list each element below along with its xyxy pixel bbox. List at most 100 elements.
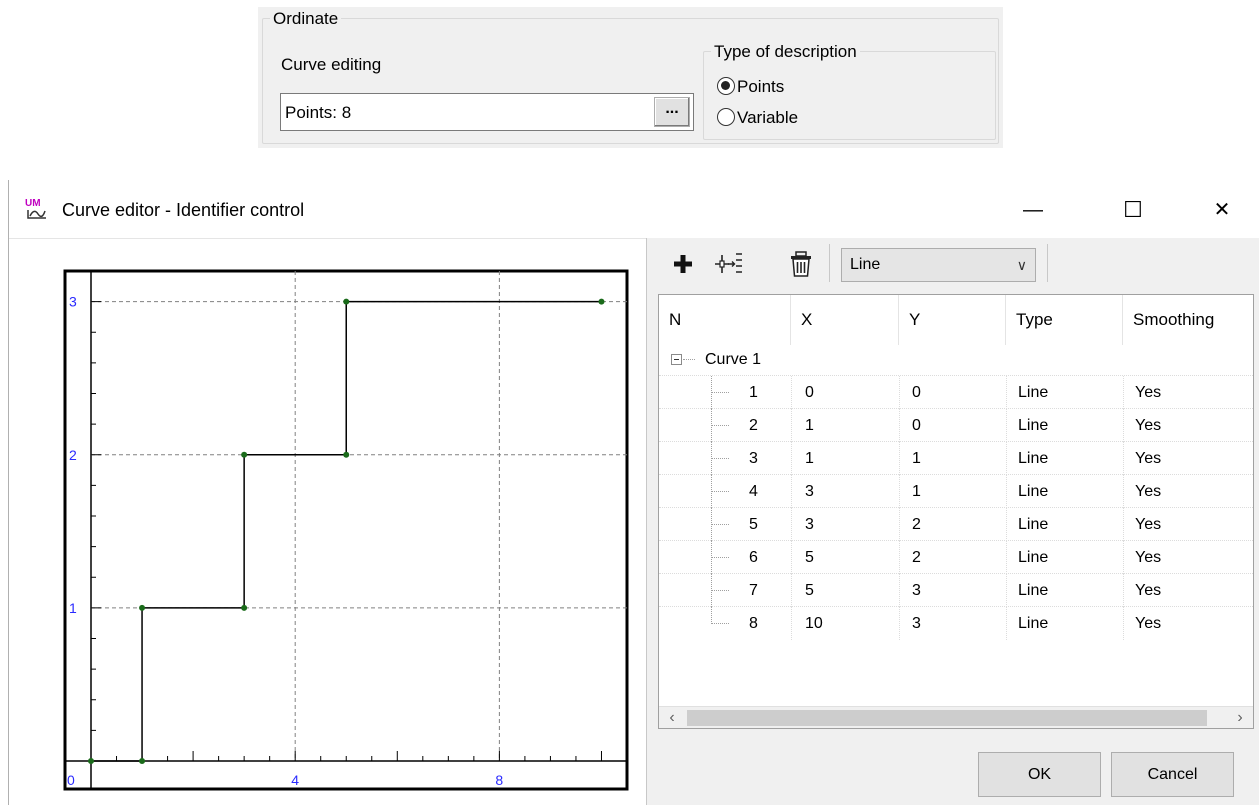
table-row[interactable]: 6 5 2 Line Yes: [659, 540, 1253, 574]
x-tick-label: 4: [291, 772, 299, 788]
cell-n[interactable]: 5: [749, 508, 758, 541]
title-bar[interactable]: UM Curve editor - Identifier control — ☐…: [9, 180, 1259, 238]
curve-point[interactable]: [139, 758, 146, 764]
cell-smoothing[interactable]: Yes: [1135, 508, 1161, 541]
cell-y[interactable]: 1: [912, 442, 921, 475]
cell-n[interactable]: 8: [749, 607, 758, 640]
points-panel: Line ∨ N X Y Type Smoothing Curve 1 1 0 …: [646, 238, 1259, 805]
cell-separator: [899, 409, 900, 442]
column-header-x[interactable]: X: [791, 295, 899, 345]
cell-y[interactable]: 3: [912, 607, 921, 640]
column-header-smoothing[interactable]: Smoothing: [1123, 295, 1253, 345]
curve-plot[interactable]: 1 2 3 0 4 8: [9, 239, 646, 806]
cell-y[interactable]: 2: [912, 508, 921, 541]
toolbar: Line ∨: [647, 238, 1259, 290]
cell-n[interactable]: 6: [749, 541, 758, 574]
y-tick-label: 1: [69, 600, 77, 616]
cell-smoothing[interactable]: Yes: [1135, 442, 1161, 475]
scroll-left-icon[interactable]: ‹: [661, 707, 683, 728]
cell-type[interactable]: Line: [1018, 607, 1048, 640]
x-tick-label: 0: [67, 772, 75, 788]
ellipsis-button[interactable]: ...: [654, 97, 690, 127]
tree-group-row[interactable]: Curve 1: [659, 345, 1253, 375]
column-header-type[interactable]: Type: [1006, 295, 1123, 345]
cell-n[interactable]: 2: [749, 409, 758, 442]
insert-point-button[interactable]: [711, 246, 747, 282]
scrollbar-thumb[interactable]: [687, 710, 1207, 726]
scroll-right-icon[interactable]: ›: [1229, 707, 1251, 728]
radio-variable[interactable]: Variable: [717, 108, 798, 128]
maximize-button[interactable]: ☐: [1113, 192, 1153, 228]
cell-x[interactable]: 10: [805, 607, 823, 640]
cell-type[interactable]: Line: [1018, 475, 1048, 508]
table-row[interactable]: 7 5 3 Line Yes: [659, 573, 1253, 607]
cell-n[interactable]: 4: [749, 475, 758, 508]
close-button[interactable]: ✕: [1202, 192, 1242, 228]
minimize-button[interactable]: —: [1013, 192, 1053, 228]
plot-panel[interactable]: 1 2 3 0 4 8: [9, 238, 646, 805]
cell-y[interactable]: 0: [912, 409, 921, 442]
cell-y[interactable]: 0: [912, 376, 921, 409]
radio-variable-indicator[interactable]: [717, 108, 735, 126]
cell-type[interactable]: Line: [1018, 508, 1048, 541]
table-row[interactable]: 4 3 1 Line Yes: [659, 474, 1253, 508]
cell-type[interactable]: Line: [1018, 409, 1048, 442]
cell-x[interactable]: 5: [805, 574, 814, 607]
cell-x[interactable]: 5: [805, 541, 814, 574]
cell-x[interactable]: 3: [805, 508, 814, 541]
cell-smoothing[interactable]: Yes: [1135, 409, 1161, 442]
tree-line: [711, 458, 729, 459]
segment-type-value: Line: [850, 256, 881, 273]
cell-x[interactable]: 1: [805, 442, 814, 475]
cell-separator: [791, 574, 792, 607]
cell-y[interactable]: 1: [912, 475, 921, 508]
add-point-button[interactable]: [665, 246, 701, 282]
radio-points[interactable]: Points: [717, 77, 784, 97]
curve-point[interactable]: [343, 451, 350, 458]
cell-n[interactable]: 1: [749, 376, 758, 409]
table-row[interactable]: 5 3 2 Line Yes: [659, 507, 1253, 541]
radio-points-indicator[interactable]: [717, 77, 735, 95]
cell-type[interactable]: Line: [1018, 376, 1048, 409]
insert-point-icon: [715, 253, 742, 273]
cell-type[interactable]: Line: [1018, 541, 1048, 574]
cell-separator: [1006, 574, 1007, 607]
column-header-n[interactable]: N: [659, 295, 791, 345]
cell-smoothing[interactable]: Yes: [1135, 475, 1161, 508]
cancel-button[interactable]: Cancel: [1111, 752, 1234, 797]
horizontal-scrollbar[interactable]: ‹ ›: [659, 706, 1253, 728]
cell-y[interactable]: 3: [912, 574, 921, 607]
curve-point[interactable]: [241, 451, 248, 458]
cell-x[interactable]: 1: [805, 409, 814, 442]
segment-type-select[interactable]: Line ∨: [841, 248, 1036, 282]
curve-point[interactable]: [598, 298, 605, 305]
points-field[interactable]: Points: 8 ...: [280, 93, 694, 131]
curve-point[interactable]: [139, 604, 146, 611]
table-row[interactable]: 2 1 0 Line Yes: [659, 408, 1253, 442]
curve-point[interactable]: [241, 604, 248, 611]
ok-button[interactable]: OK: [978, 752, 1101, 797]
cell-separator: [1006, 442, 1007, 475]
cell-n[interactable]: 7: [749, 574, 758, 607]
cell-smoothing[interactable]: Yes: [1135, 574, 1161, 607]
delete-point-button[interactable]: [783, 246, 819, 282]
cell-smoothing[interactable]: Yes: [1135, 541, 1161, 574]
table-row[interactable]: 8 10 3 Line Yes: [659, 606, 1253, 640]
column-header-y[interactable]: Y: [899, 295, 1006, 345]
cell-smoothing[interactable]: Yes: [1135, 607, 1161, 640]
curve-point[interactable]: [343, 298, 350, 305]
curve-point[interactable]: [88, 758, 94, 764]
cell-x[interactable]: 0: [805, 376, 814, 409]
cell-type[interactable]: Line: [1018, 574, 1048, 607]
collapse-icon[interactable]: [671, 354, 682, 365]
cell-n[interactable]: 3: [749, 442, 758, 475]
table-row[interactable]: 3 1 1 Line Yes: [659, 441, 1253, 475]
table-row[interactable]: 1 0 0 Line Yes: [659, 375, 1253, 409]
trash-icon: [791, 251, 811, 277]
cell-x[interactable]: 3: [805, 475, 814, 508]
cell-smoothing[interactable]: Yes: [1135, 376, 1161, 409]
points-grid[interactable]: N X Y Type Smoothing Curve 1 1 0 0 Line Yes 2…: [658, 294, 1254, 729]
cell-separator: [1006, 541, 1007, 574]
cell-type[interactable]: Line: [1018, 442, 1048, 475]
cell-y[interactable]: 2: [912, 541, 921, 574]
